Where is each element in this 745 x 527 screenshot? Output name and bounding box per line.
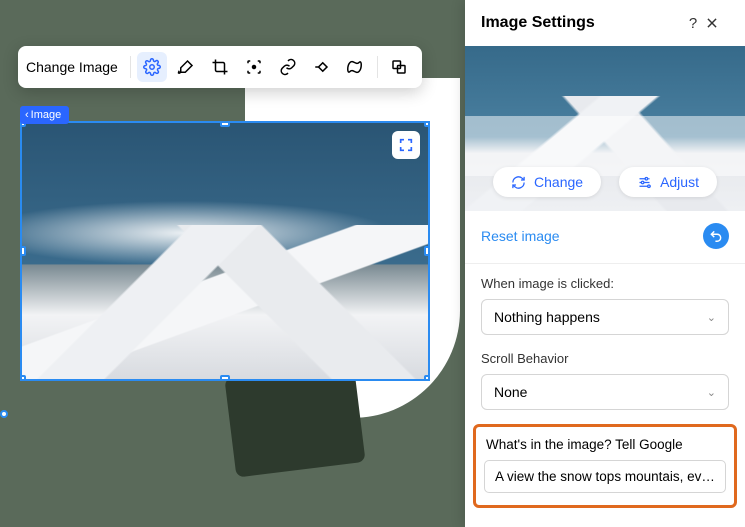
image-preview: Change Adjust	[465, 46, 745, 211]
resize-handle[interactable]	[20, 246, 26, 256]
close-icon	[705, 16, 729, 30]
fullscreen-button[interactable]	[392, 131, 420, 159]
adjust-pill-button[interactable]: Adjust	[619, 167, 717, 197]
breadcrumb-label: Image	[31, 109, 62, 121]
chevron-down-icon: ⌄	[707, 311, 716, 324]
undo-icon	[709, 229, 723, 243]
panel-header: Image Settings ?	[465, 0, 745, 46]
gear-icon	[143, 58, 161, 76]
chevron-down-icon: ⌄	[707, 386, 716, 399]
alt-text-label: What's in the image? Tell Google	[484, 437, 726, 452]
resize-handle[interactable]	[424, 375, 430, 381]
crop-button[interactable]	[205, 52, 235, 82]
resize-handle[interactable]	[424, 246, 430, 256]
toolbar-divider	[377, 56, 378, 78]
selected-image-frame[interactable]	[20, 121, 430, 381]
scroll-behavior-select[interactable]: None ⌄	[481, 374, 729, 410]
breadcrumb[interactable]: ‹ Image	[20, 106, 69, 124]
help-button[interactable]: ?	[681, 15, 705, 32]
settings-button[interactable]	[137, 52, 167, 82]
image-content	[22, 123, 428, 379]
image-settings-panel: Image Settings ? Change Adjust	[465, 0, 745, 527]
resize-handle[interactable]	[220, 375, 230, 381]
help-icon: ?	[689, 15, 697, 32]
click-behavior-value: Nothing happens	[494, 309, 600, 325]
crop-icon	[211, 58, 229, 76]
sliders-icon	[637, 175, 652, 190]
animation-button[interactable]	[307, 52, 337, 82]
panel-title: Image Settings	[481, 14, 681, 32]
overlap-icon	[390, 58, 408, 76]
mask-icon	[347, 58, 365, 76]
close-button[interactable]	[705, 16, 729, 30]
click-behavior-select[interactable]: Nothing happens ⌄	[481, 299, 729, 335]
reset-row: Reset image	[465, 211, 745, 264]
overlap-button[interactable]	[384, 52, 414, 82]
image-toolbar: Change Image	[18, 46, 422, 88]
click-behavior-label: When image is clicked:	[481, 276, 729, 291]
brush-icon	[177, 58, 195, 76]
expand-icon	[398, 137, 414, 153]
reset-image-link[interactable]: Reset image	[481, 228, 703, 244]
scroll-behavior-value: None	[494, 384, 527, 400]
alt-text-input[interactable]	[484, 460, 726, 493]
animation-icon	[313, 58, 331, 76]
alt-text-section-highlighted: What's in the image? Tell Google	[473, 424, 737, 508]
brush-button[interactable]	[171, 52, 201, 82]
resize-handle[interactable]	[424, 121, 430, 127]
change-image-button[interactable]: Change Image	[26, 55, 122, 79]
toolbar-divider	[130, 56, 131, 78]
change-pill-button[interactable]: Change	[493, 167, 601, 197]
mask-button[interactable]	[341, 52, 371, 82]
resize-handle[interactable]	[20, 375, 26, 381]
bg-dot	[0, 410, 8, 418]
adjust-pill-label: Adjust	[660, 174, 699, 190]
click-behavior-section: When image is clicked: Nothing happens ⌄	[465, 264, 745, 339]
resize-handle[interactable]	[220, 121, 230, 127]
focal-icon	[245, 58, 263, 76]
undo-button[interactable]	[703, 223, 729, 249]
refresh-icon	[511, 175, 526, 190]
chevron-left-icon: ‹	[25, 109, 29, 121]
scroll-behavior-label: Scroll Behavior	[481, 351, 729, 366]
link-icon	[279, 58, 297, 76]
focus-button[interactable]	[239, 52, 269, 82]
change-pill-label: Change	[534, 174, 583, 190]
scroll-behavior-section: Scroll Behavior None ⌄	[465, 339, 745, 414]
link-button[interactable]	[273, 52, 303, 82]
